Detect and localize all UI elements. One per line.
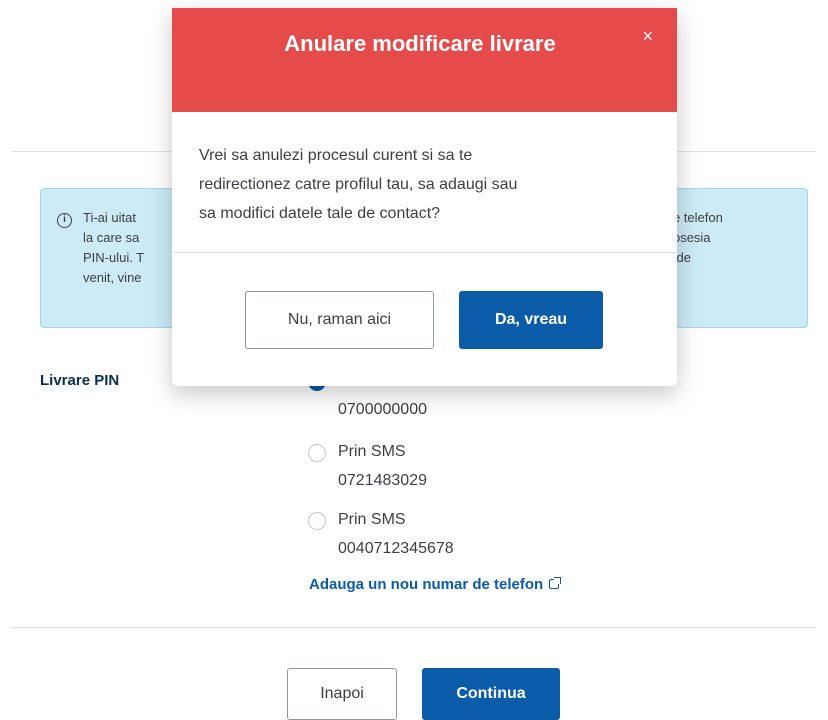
radio-button[interactable] xyxy=(308,444,326,462)
banner-line: venit, vine xyxy=(83,270,142,285)
modal-message: Vrei sa anulezi procesul curent si sa te… xyxy=(199,141,659,228)
continue-button[interactable]: Continua xyxy=(422,668,560,720)
bottom-divider xyxy=(12,627,816,628)
modal-divider xyxy=(172,252,677,253)
close-icon[interactable]: × xyxy=(642,26,653,46)
add-phone-link-label: Adauga un nou numar de telefon xyxy=(309,576,544,593)
page: i Ti-ai uitat la care sa PIN-ului. T ven… xyxy=(0,0,828,720)
pin-option-number: 0040712345678 xyxy=(338,540,454,557)
modal-title: Anulare modificare livrare xyxy=(284,31,556,56)
banner-line: la care sa xyxy=(83,230,140,245)
back-button[interactable]: Inapoi xyxy=(287,668,397,720)
banner-line: Ti-ai uitat xyxy=(83,210,136,225)
pin-option-number: 0700000000 xyxy=(338,401,427,418)
add-phone-link[interactable]: Adauga un nou numar de telefon xyxy=(309,576,562,593)
banner-text-left: Ti-ai uitat la care sa PIN-ului. T venit… xyxy=(83,208,144,288)
banner-line: PIN-ului. T xyxy=(83,250,145,265)
modal-message-line: Vrei sa anulezi procesul curent si sa te xyxy=(199,147,473,164)
modal-message-line: sa modifici datele tale de contact? xyxy=(199,205,441,222)
modal-message-line: redirectionez catre profilul tau, sa ada… xyxy=(199,176,518,193)
confirm-yes-button[interactable]: Da, vreau xyxy=(459,291,603,349)
modal-header: Anulare modificare livrare × xyxy=(172,8,677,112)
pin-option-number: 0721483029 xyxy=(338,472,427,489)
pin-option-title: Prin SMS xyxy=(338,511,406,528)
stay-here-button[interactable]: Nu, raman aici xyxy=(245,291,434,349)
cancel-delivery-modal: Anulare modificare livrare × Vrei sa anu… xyxy=(172,8,677,386)
pin-delivery-label: Livrare PIN xyxy=(40,372,120,389)
info-icon: i xyxy=(57,213,72,228)
pin-option-title: Prin SMS xyxy=(338,443,406,460)
radio-button[interactable] xyxy=(308,512,326,530)
external-link-icon xyxy=(549,577,562,589)
